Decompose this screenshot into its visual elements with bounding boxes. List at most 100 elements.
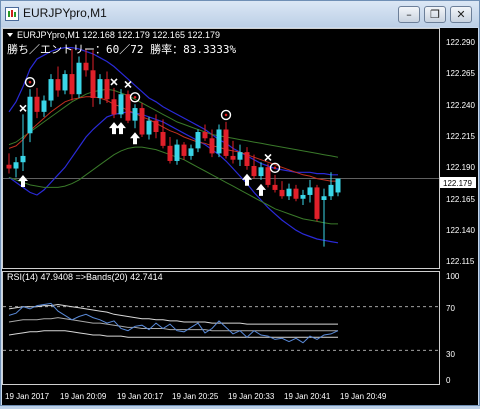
candle — [139, 103, 145, 138]
candle-body — [160, 132, 166, 146]
candle-body — [272, 184, 278, 190]
candle — [307, 179, 313, 203]
rsi-tick: 100 — [446, 272, 460, 281]
candle — [181, 142, 187, 160]
exit-x-icon — [19, 104, 27, 112]
candle — [132, 104, 138, 129]
candle-body — [27, 96, 33, 134]
buy-arrow-icon — [130, 132, 140, 145]
candle-body — [104, 79, 110, 100]
candle — [230, 140, 236, 164]
title-bar[interactable]: EURJPYpro,M1 – ❐ ✕ — [1, 1, 479, 27]
minimize-button[interactable]: – — [398, 6, 420, 23]
candle-body — [286, 188, 292, 197]
rsi-tick: 0 — [446, 376, 451, 385]
symbol-header: EURJPYpro,M1 122.168 122.179 122.165 122… — [7, 30, 220, 40]
candle-body — [314, 187, 320, 219]
bollinger-mid-line — [8, 88, 339, 158]
candle-body — [90, 70, 96, 98]
candle — [321, 188, 327, 247]
time-tick: 19 Jan 20:41 — [284, 392, 331, 401]
candle-body — [188, 148, 194, 156]
candle-body — [328, 184, 334, 197]
candle — [6, 153, 12, 174]
time-tick: 19 Jan 20:33 — [228, 392, 275, 401]
window-title: EURJPYpro,M1 — [23, 6, 107, 20]
price-axis: 122.290 122.265 122.240 122.215 122.190 … — [446, 38, 475, 266]
price-tick: 122.115 — [446, 257, 475, 266]
candle — [244, 147, 250, 170]
candle-body — [279, 189, 285, 197]
candle — [272, 174, 278, 193]
restore-button[interactable]: ❐ — [424, 6, 446, 23]
candle — [111, 87, 117, 119]
candle — [237, 144, 243, 166]
candle-body — [76, 62, 82, 95]
candle — [202, 124, 208, 141]
time-tick: 19 Jan 20:25 — [172, 392, 219, 401]
win-rate-stats: 勝ち／エントリー：60／72 勝率：83.3333% — [7, 42, 236, 56]
price-tick: 122.290 — [446, 38, 475, 47]
price-header-text: EURJPYpro,M1 122.168 122.179 122.165 122… — [17, 30, 220, 40]
candle-body — [216, 129, 222, 154]
minimize-icon: – — [406, 8, 412, 21]
candle — [69, 48, 75, 101]
price-tick: 122.265 — [446, 69, 475, 78]
price-tick: 122.240 — [446, 101, 475, 110]
time-tick: 19 Jan 20:17 — [117, 392, 164, 401]
result-dot — [133, 95, 137, 99]
candle — [62, 70, 68, 95]
candle — [167, 137, 173, 164]
candle-body — [300, 194, 306, 199]
candle-body — [237, 152, 243, 160]
candle-body — [195, 132, 201, 149]
price-tick: 122.165 — [446, 195, 475, 204]
candle-body — [41, 100, 47, 112]
candle-body — [48, 79, 54, 101]
candle-body — [153, 120, 159, 132]
candle — [125, 90, 131, 124]
candle — [223, 121, 229, 159]
candle-body — [6, 164, 12, 169]
candle — [90, 50, 96, 107]
candle-body — [258, 167, 264, 177]
candle-body — [111, 99, 117, 115]
exit-x-icon — [124, 80, 132, 89]
candle — [27, 89, 33, 143]
header-dropdown-icon — [7, 33, 13, 37]
chart-canvas[interactable]: EURJPYpro,M1 122.168 122.179 122.165 122… — [2, 28, 478, 405]
candle-body — [293, 188, 299, 199]
candle-body — [209, 138, 215, 154]
candle — [160, 119, 166, 149]
price-panel — [3, 47, 439, 247]
exit-x-icon — [110, 78, 118, 86]
candle-body — [146, 120, 152, 135]
price-tick: 122.140 — [446, 226, 475, 235]
rsi-axis: 100 70 30 0 — [446, 272, 460, 385]
time-tick: 19 Jan 20:49 — [340, 392, 387, 401]
moving-average-line — [8, 96, 338, 182]
candle — [20, 114, 26, 172]
chart-area[interactable]: EURJPYpro,M1 122.168 122.179 122.165 122… — [2, 28, 478, 405]
candle — [48, 74, 54, 107]
buy-arrow-icon — [242, 173, 252, 186]
candle — [13, 157, 19, 178]
time-tick: 19 Jan 2017 — [5, 392, 50, 401]
exit-x-icon — [264, 153, 272, 162]
candle — [258, 162, 264, 180]
price-tick: 122.190 — [446, 163, 475, 172]
candle-body — [202, 132, 208, 139]
price-tick: 122.215 — [446, 132, 475, 141]
chart-window-icon — [5, 7, 19, 21]
candle-body — [97, 79, 103, 98]
restore-icon: ❐ — [430, 8, 440, 21]
candle-body — [335, 178, 341, 193]
candle — [300, 189, 306, 206]
result-dot — [224, 113, 228, 117]
candle-body — [244, 152, 250, 166]
result-dot — [28, 80, 32, 84]
candle — [195, 129, 201, 153]
candle — [328, 172, 334, 200]
candle-body — [83, 62, 89, 71]
close-button[interactable]: ✕ — [450, 6, 472, 23]
